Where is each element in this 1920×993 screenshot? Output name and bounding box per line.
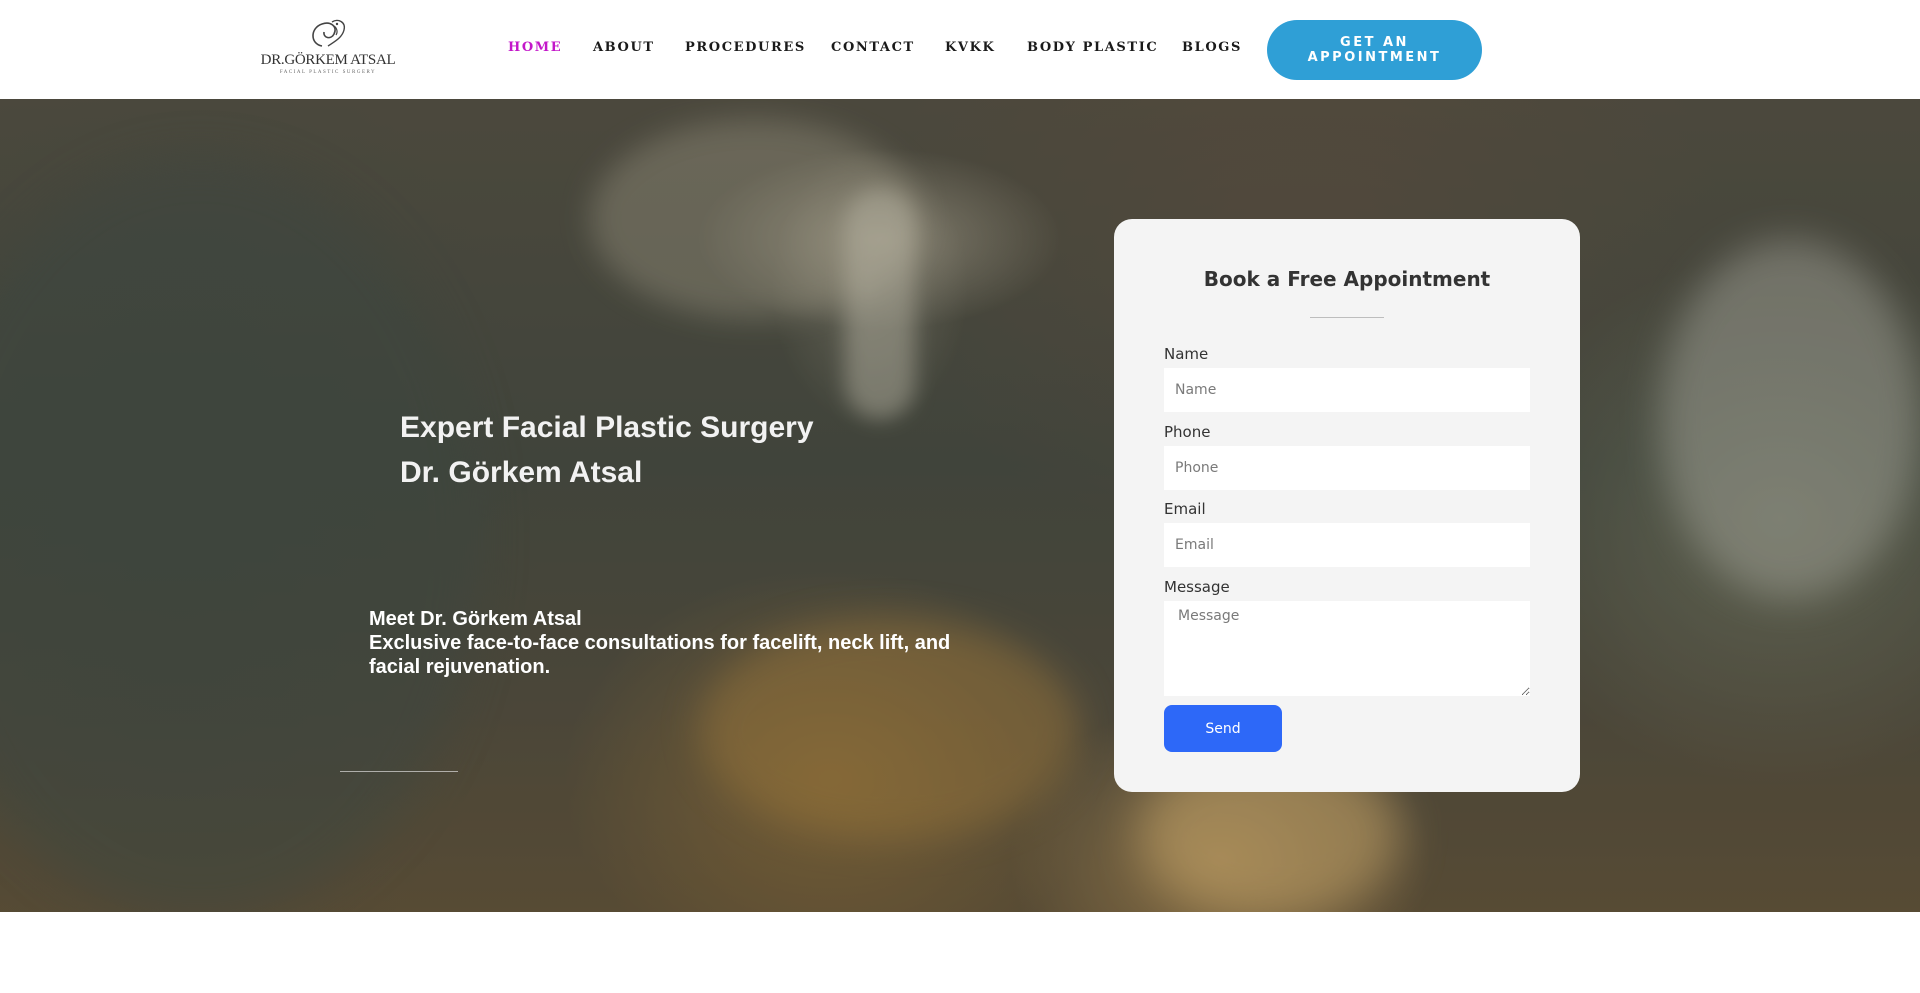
- page-bottom: [0, 912, 1920, 993]
- hero-title: Expert Facial Plastic Surgery Dr. Görkem…: [400, 405, 814, 495]
- logo-emblem-icon: [312, 19, 346, 47]
- hero-text-line1: Meet Dr. Görkem Atsal: [369, 608, 582, 630]
- hero-section: Expert Facial Plastic Surgery Dr. Görkem…: [0, 99, 1920, 912]
- name-label: Name: [1164, 345, 1209, 363]
- nav-body-plastic[interactable]: BODY PLASTIC: [1027, 40, 1158, 55]
- send-button[interactable]: Send: [1164, 705, 1282, 752]
- appointment-form-card: Book a Free Appointment Name Phone Email…: [1114, 219, 1580, 792]
- hero-divider: [340, 771, 458, 772]
- site-header: DR.GÖRKEM ATSAL FACIAL PLASTIC SURGERY H…: [0, 0, 1920, 99]
- hero-description: Meet Dr. Görkem Atsal Exclusive face-to-…: [369, 607, 969, 679]
- hero-text-line2: Exclusive face-to-face consultations for…: [369, 632, 951, 678]
- nav-home[interactable]: HOME: [508, 40, 562, 55]
- logo-tagline: FACIAL PLASTIC SURGERY: [279, 70, 377, 75]
- email-input[interactable]: [1164, 523, 1530, 567]
- site-logo[interactable]: DR.GÖRKEM ATSAL FACIAL PLASTIC SURGERY: [258, 16, 398, 82]
- nav-about[interactable]: ABOUT: [593, 40, 655, 55]
- logo-name: DR.GÖRKEM ATSAL: [260, 52, 396, 68]
- nav-procedures[interactable]: PROCEDURES: [685, 40, 806, 55]
- hero-title-line2: Dr. Görkem Atsal: [400, 456, 643, 489]
- name-input[interactable]: [1164, 368, 1530, 412]
- phone-label: Phone: [1164, 423, 1211, 441]
- email-label: Email: [1164, 500, 1206, 518]
- get-appointment-button[interactable]: GET AN APPOINTMENT: [1267, 20, 1482, 80]
- nav-kvkk[interactable]: KVKK: [945, 40, 995, 55]
- phone-input[interactable]: [1164, 446, 1530, 490]
- form-title: Book a Free Appointment: [1203, 267, 1491, 291]
- message-textarea[interactable]: [1164, 601, 1530, 696]
- hero-overlay: [0, 99, 1920, 912]
- form-title-divider: [1310, 317, 1384, 318]
- nav-blogs[interactable]: BLOGS: [1182, 40, 1242, 55]
- message-label: Message: [1164, 578, 1230, 596]
- nav-contact[interactable]: CONTACT: [831, 40, 915, 55]
- hero-title-line1: Expert Facial Plastic Surgery: [400, 411, 814, 444]
